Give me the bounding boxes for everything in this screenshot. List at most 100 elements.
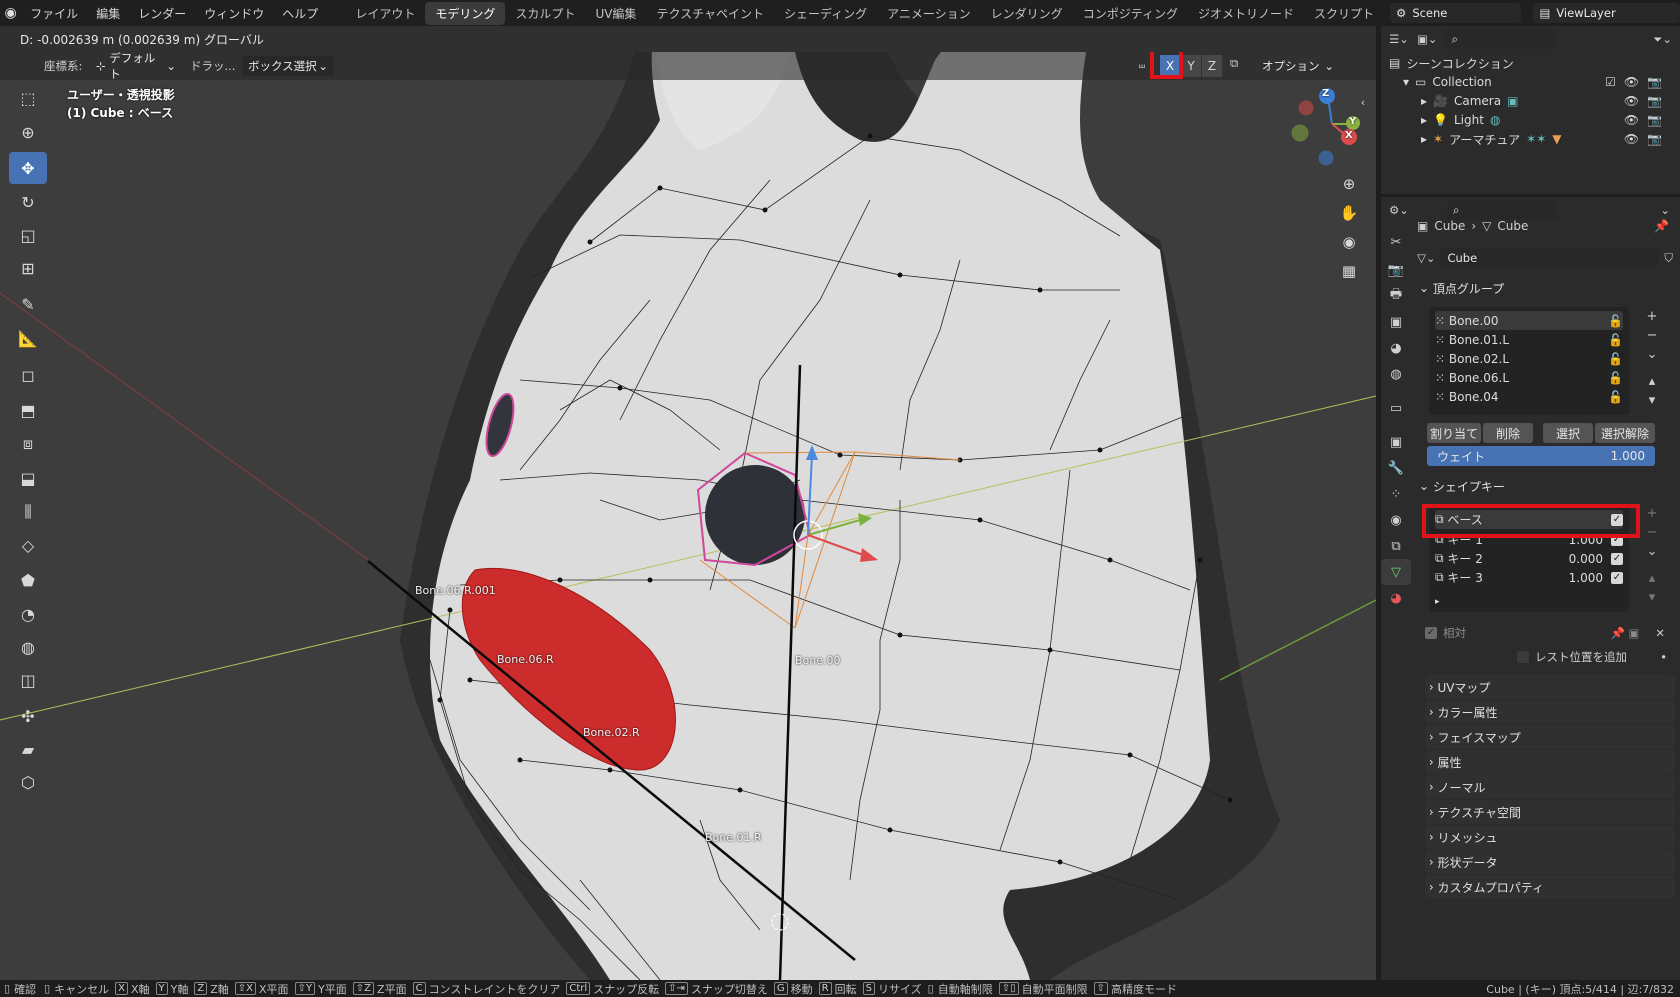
outliner-item-light[interactable]: ▸ 💡 Light ◍ 👁📷 [1381,110,1680,130]
clear-icon[interactable]: ✕ [1655,626,1665,640]
collection-tab-icon[interactable]: ▭ [1381,395,1411,421]
pin-icon[interactable]: 📌 [1654,219,1669,233]
lock-icon[interactable]: 🔓 [1608,371,1623,385]
lock-icon[interactable]: 🔓 [1608,333,1623,347]
outliner-collection[interactable]: ▾ ▭ Collection ☑👁📷 [1381,72,1680,92]
annotate-icon[interactable]: ✎ [9,288,47,320]
visibility-icons[interactable]: 👁📷 [1624,132,1670,146]
panel-remesh[interactable]: › リメッシュ [1425,825,1675,849]
scale-icon[interactable]: ◱ [9,219,47,251]
menu-window[interactable]: ウィンドウ [195,5,273,22]
tab-layout[interactable]: レイアウト [345,2,425,25]
tool-tab-icon[interactable]: ✂ [1381,229,1411,255]
mesh-name-field[interactable]: Cube [1441,248,1659,268]
move-icon[interactable]: ✥ [9,152,47,184]
relative-checkbox[interactable]: ✓ [1425,627,1437,639]
edge-slide-icon[interactable]: ◫ [9,664,47,696]
object-tab-icon[interactable]: ▣ [1381,429,1411,455]
tab-sculpt[interactable]: スカルプト [505,2,585,25]
constraints-tab-icon[interactable]: ⧉ [1381,533,1411,559]
coord-system-dropdown[interactable]: ⊹ デフォルト ⌄ [90,51,182,81]
tab-texture-paint[interactable]: テクスチャペイント [646,2,774,25]
modifier-tab-icon[interactable]: 🔧 [1381,455,1411,481]
inset-icon[interactable]: ⧈ [9,428,47,460]
tab-shading[interactable]: シェーディング [774,2,877,25]
loop-cut-icon[interactable]: ⫼ [9,496,47,528]
transform-icon[interactable]: ⊞ [9,252,47,284]
rotate-icon[interactable]: ↻ [9,186,47,218]
zoom-icon[interactable]: ⊕ [1336,171,1362,197]
sidebar-toggle-icon[interactable]: ‹ [1356,89,1370,115]
list-item[interactable]: ⁙ Bone.02.L 🔓 [1435,349,1623,368]
shape-key-mute-checkbox[interactable]: ✓ [1611,571,1623,584]
options-dropdown[interactable]: オプション ⌄ [1256,56,1340,76]
drag-dropdown[interactable]: ドラッ... [190,58,235,74]
specials-menu-icon[interactable]: ⌄ [1643,542,1661,561]
menu-edit[interactable]: 編集 [87,5,129,22]
select-button[interactable]: 選択 [1543,423,1593,443]
shear-icon[interactable]: ▰ [9,733,47,765]
menu-file[interactable]: ファイル [21,5,87,22]
panel-normals[interactable]: › ノーマル [1425,775,1675,799]
spin-icon[interactable]: ◔ [9,598,47,630]
select-mode-dropdown[interactable]: ボックス選択 ⌄ [242,56,334,76]
extrude-icon[interactable]: ⬒ [9,394,47,426]
list-item[interactable]: ⧉ キー 3 1.000 ✓ [1435,568,1623,587]
topology-mirror-icon[interactable]: ⧉ [1230,56,1238,71]
pan-hand-icon[interactable]: ✋ [1336,200,1362,226]
panel-texture-space[interactable]: › テクスチャ空間 [1425,800,1675,824]
gizmo-z-label[interactable]: Z [1322,88,1329,99]
poly-build-icon[interactable]: ⬟ [9,564,47,596]
output-tab-icon[interactable]: 🖶 [1381,283,1411,309]
assign-button[interactable]: 割り当て [1427,423,1481,443]
panel-color-attributes[interactable]: › カラー属性 [1425,700,1675,724]
blender-logo-icon[interactable]: ◉ [0,5,21,21]
move-up-icon[interactable]: ▴ [1643,372,1661,391]
gizmo-y-label[interactable]: Y [1349,116,1356,127]
list-item[interactable]: ⁙ Bone.01.L 🔓 [1435,330,1623,349]
tab-compositing[interactable]: コンポジティング [1073,2,1188,25]
lock-icon[interactable]: 🔓 [1608,352,1623,366]
panel-face-maps[interactable]: › フェイスマップ [1425,725,1675,749]
vertex-group-list[interactable]: ⁙ Bone.00 🔓 ⁙ Bone.01.L 🔓 ⁙ Bone.02.L 🔓 ⁙ B… [1429,307,1629,415]
filter-icon[interactable]: ⏷⌄ [1653,32,1672,47]
menu-help[interactable]: ヘルプ [273,5,327,22]
remove-button[interactable]: 削除 [1483,423,1533,443]
mesh-browse-icon[interactable]: ▽⌄ [1417,251,1435,265]
viewlayer-selector[interactable]: ▤ ViewLayer [1533,3,1680,23]
mirror-z-toggle[interactable]: Z [1202,55,1222,77]
shape-keys-panel-header[interactable]: ⌄ シェイプキー [1419,474,1669,498]
panel-attributes[interactable]: › 属性 [1425,750,1675,774]
outliner-item-armature[interactable]: ▸ ✶ アーマチュア ✶✶ ▼ 👁📷 [1381,129,1680,149]
add-icon[interactable]: + [1643,504,1661,523]
panel-custom-properties[interactable]: › カスタムプロパティ [1425,875,1675,899]
weight-slider[interactable]: ウェイト 1.000 [1427,446,1655,466]
add-rest-checkbox[interactable] [1517,651,1529,663]
list-item[interactable]: ⁙ Bone.00 🔓 [1435,311,1623,330]
view-layer-tab-icon[interactable]: ▣ [1381,309,1411,335]
remove-icon[interactable]: − [1643,326,1661,345]
lock-icon[interactable]: 🔓 [1608,390,1623,404]
tab-animation[interactable]: アニメーション [877,2,981,25]
lock-icon[interactable]: 🔓 [1608,314,1623,328]
visibility-icons[interactable]: ☑👁📷 [1605,75,1670,89]
tab-scripting[interactable]: スクリプト [1304,2,1384,25]
fake-user-icon[interactable]: ⛉ [1664,251,1673,266]
material-tab-icon[interactable]: ◕ [1381,585,1411,611]
tab-geometry-nodes[interactable]: ジオメトリノード [1188,2,1304,25]
move-down-icon[interactable]: ▾ [1643,391,1661,410]
smooth-icon[interactable]: ◍ [9,631,47,663]
editor-type-icon[interactable]: ⚙⌄ [1389,203,1409,217]
specials-menu-icon[interactable]: ⌄ [1643,345,1661,364]
tab-modeling[interactable]: モデリング [425,1,506,25]
panel-uv-maps[interactable]: › UVマップ [1425,675,1675,699]
list-item[interactable]: ⁙ Bone.04 🔓 [1435,387,1623,406]
menu-render[interactable]: レンダー [129,5,195,22]
rip-icon[interactable]: ⬡ [9,766,47,798]
physics-tab-icon[interactable]: ◉ [1381,507,1411,533]
tab-rendering[interactable]: レンダリング [981,2,1073,25]
ortho-grid-icon[interactable]: ▦ [1336,258,1362,284]
panel-shape-data[interactable]: › 形状データ [1425,850,1675,874]
world-tab-icon[interactable]: ◍ [1381,361,1411,387]
particles-tab-icon[interactable]: ⁘ [1381,481,1411,507]
